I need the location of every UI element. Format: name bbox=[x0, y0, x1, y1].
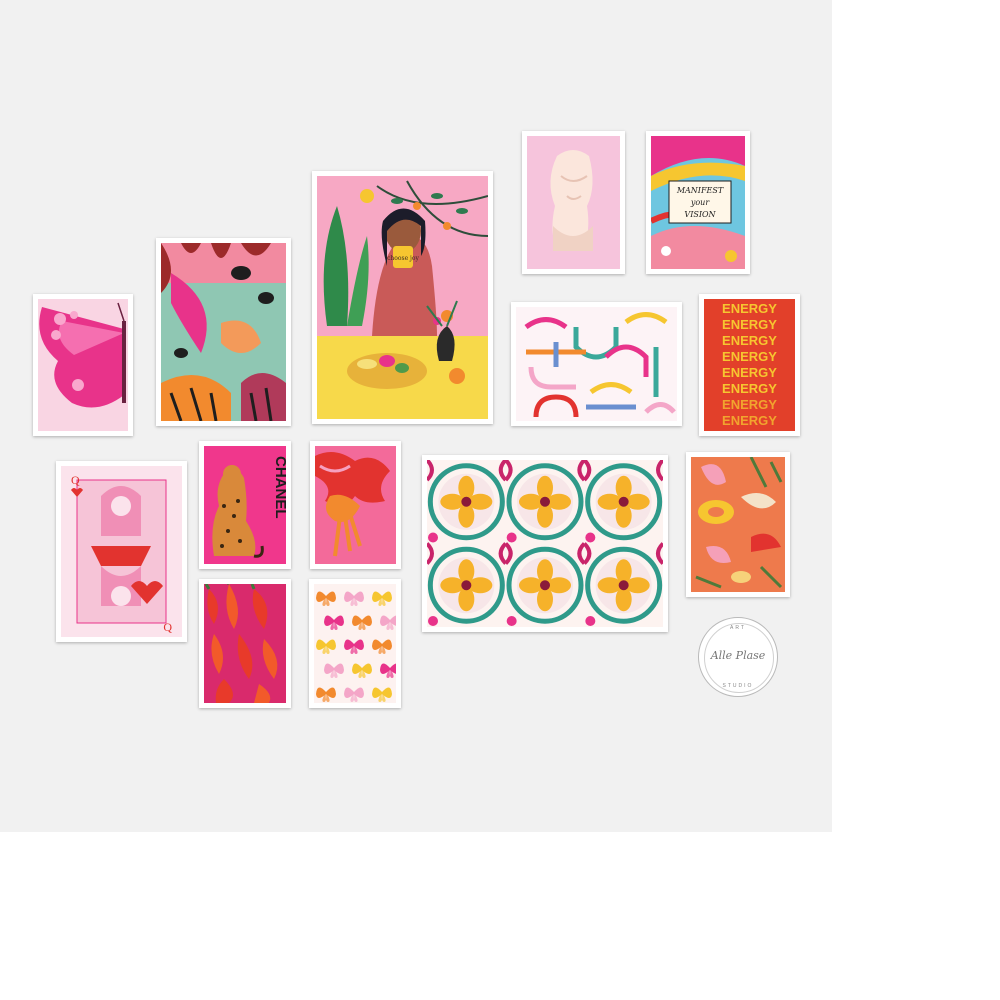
print-chanel-cheetah: CHANEL bbox=[199, 441, 291, 569]
energy-word: ENERGY bbox=[722, 349, 777, 364]
energy-word: ENERGY bbox=[722, 317, 777, 332]
print-butterflies-pattern bbox=[309, 579, 401, 708]
svg-text:Q: Q bbox=[71, 473, 80, 487]
print-chili-peppers bbox=[199, 579, 291, 708]
manifest-line3: VISION bbox=[684, 210, 716, 219]
manifest-line1: MANIFEST bbox=[676, 186, 724, 195]
print-rainbow-arches bbox=[511, 302, 682, 426]
print-fruit bbox=[686, 452, 790, 597]
print-red-abstract bbox=[310, 441, 401, 569]
brand-logo-stamp: ART Alle Plase STUDIO bbox=[698, 617, 778, 697]
energy-word: ENERGY bbox=[722, 301, 777, 316]
print-butterfly bbox=[33, 294, 133, 436]
svg-text:Q: Q bbox=[163, 620, 172, 634]
print-abstract-tiger bbox=[156, 238, 291, 426]
print-woman-mug: choose joy bbox=[312, 171, 493, 424]
energy-word: ENERGY bbox=[722, 397, 777, 412]
print-queen-hearts: Q Q bbox=[56, 461, 187, 642]
energy-word: ENERGY bbox=[722, 333, 777, 348]
energy-word: ENERGY bbox=[722, 413, 777, 428]
energy-word: ENERGY bbox=[722, 381, 777, 396]
chanel-text: CHANEL bbox=[272, 456, 286, 519]
logo-name: Alle Plase bbox=[710, 649, 766, 662]
energy-word: ENERGY bbox=[722, 365, 777, 380]
print-manifest-vision: MANIFEST your VISION bbox=[646, 131, 750, 274]
print-tile-pattern bbox=[422, 455, 668, 632]
print-energy: ENERGY ENERGY ENERGY ENERGY ENERGY ENERGY ENER… bbox=[699, 294, 800, 436]
logo-bottom-text: STUDIO bbox=[722, 683, 754, 689]
manifest-line2: your bbox=[690, 198, 710, 207]
logo-top-text: ART bbox=[730, 625, 746, 631]
print-pink-statue bbox=[522, 131, 625, 274]
mug-text: choose joy bbox=[387, 255, 419, 262]
